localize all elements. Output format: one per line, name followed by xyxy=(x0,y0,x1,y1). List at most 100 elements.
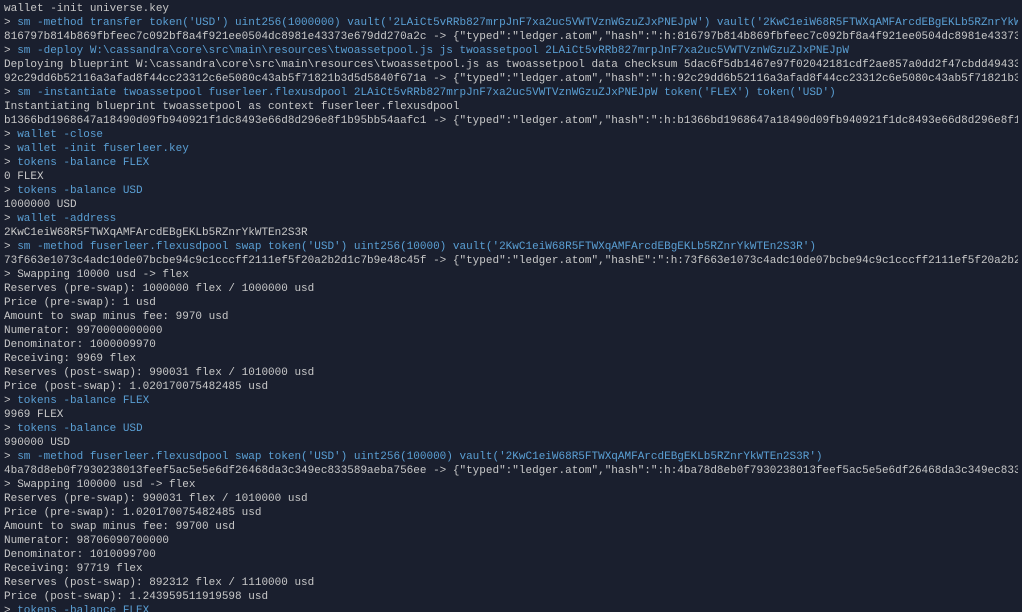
output-text: 9969 FLEX xyxy=(4,409,63,421)
output-text: Amount to swap minus fee: 9970 usd xyxy=(4,311,228,323)
output-text: 4ba78d8eb0f7930238013feef5ac5e5e6df26468… xyxy=(4,465,1018,477)
terminal-line: Price (post-swap): 1.243959511919598 usd xyxy=(4,590,1018,604)
output-text: Receiving: 9969 flex xyxy=(4,353,136,365)
output-text: b1366bd1968647a18490d09fb940921f1dc8493e… xyxy=(4,115,1018,127)
terminal-line: > Swapping 100000 usd -> flex xyxy=(4,478,1018,492)
terminal-line: Reserves (post-swap): 892312 flex / 1110… xyxy=(4,576,1018,590)
command-text: tokens -balance USD xyxy=(17,185,142,197)
output-text: Price (pre-swap): 1 usd xyxy=(4,297,156,309)
terminal-line: Amount to swap minus fee: 9970 usd xyxy=(4,310,1018,324)
output-text: Price (pre-swap): 1.020170075482485 usd xyxy=(4,507,261,519)
terminal-line: Numerator: 98706090700000 xyxy=(4,534,1018,548)
command-text: sm -method transfer token('USD') uint256… xyxy=(17,17,1018,29)
terminal-line: > tokens -balance USD xyxy=(4,184,1018,198)
output-text: Numerator: 98706090700000 xyxy=(4,535,169,547)
terminal-line: 816797b814b869fbfeec7c092bf8a4f921ee0504… xyxy=(4,30,1018,44)
output-text: 73f663e1073c4adc10de07bcbe94c9c1cccff211… xyxy=(4,255,1018,267)
command-text: sm -instantiate twoassetpool fuserleer.f… xyxy=(17,87,836,99)
output-text: Reserves (pre-swap): 1000000 flex / 1000… xyxy=(4,283,314,295)
prompt: > xyxy=(4,213,17,225)
terminal-line: > sm -method transfer token('USD') uint2… xyxy=(4,16,1018,30)
terminal-line: Price (post-swap): 1.020170075482485 usd xyxy=(4,380,1018,394)
terminal-line: > sm -instantiate twoassetpool fuserleer… xyxy=(4,86,1018,100)
prompt: > xyxy=(4,143,17,155)
output-text: Amount to swap minus fee: 99700 usd xyxy=(4,521,235,533)
command-text: tokens -balance FLEX xyxy=(17,605,149,612)
terminal-line: > tokens -balance FLEX xyxy=(4,394,1018,408)
terminal-line: Reserves (pre-swap): 1000000 flex / 1000… xyxy=(4,282,1018,296)
command-text: tokens -balance USD xyxy=(17,423,142,435)
terminal-line: Denominator: 1000009970 xyxy=(4,338,1018,352)
output-text: 92c29dd6b52116a3afad8f44cc23312c6e5080c4… xyxy=(4,73,1018,85)
prompt: > xyxy=(4,185,17,197)
output-text: Reserves (post-swap): 892312 flex / 1110… xyxy=(4,577,314,589)
terminal-line: > wallet -close xyxy=(4,128,1018,142)
output-text: Reserves (post-swap): 990031 flex / 1010… xyxy=(4,367,314,379)
output-text: Deploying blueprint W:\cassandra\core\sr… xyxy=(4,59,1018,71)
output-text: Price (post-swap): 1.243959511919598 usd xyxy=(4,591,268,603)
terminal-line: > Swapping 10000 usd -> flex xyxy=(4,268,1018,282)
terminal-line: Price (pre-swap): 1 usd xyxy=(4,296,1018,310)
command-text: wallet -init fuserleer.key xyxy=(17,143,189,155)
command-text: sm -deploy W:\cassandra\core\src\main\re… xyxy=(17,45,849,57)
command-text: wallet -address xyxy=(17,213,116,225)
terminal-line: Deploying blueprint W:\cassandra\core\sr… xyxy=(4,58,1018,72)
terminal-line: Denominator: 1010099700 xyxy=(4,548,1018,562)
output-text: 0 FLEX xyxy=(4,171,44,183)
terminal-line: Numerator: 9970000000000 xyxy=(4,324,1018,338)
prompt: > xyxy=(4,479,17,491)
prompt: > xyxy=(4,423,17,435)
prompt: > xyxy=(4,241,17,253)
terminal-line: > tokens -balance FLEX xyxy=(4,604,1018,612)
terminal-line: Receiving: 9969 flex xyxy=(4,352,1018,366)
prompt: > xyxy=(4,87,17,99)
output-text: Denominator: 1000009970 xyxy=(4,339,156,351)
prompt: > xyxy=(4,451,17,463)
terminal-line: > tokens -balance FLEX xyxy=(4,156,1018,170)
terminal-line: 73f663e1073c4adc10de07bcbe94c9c1cccff211… xyxy=(4,254,1018,268)
terminal-line: 92c29dd6b52116a3afad8f44cc23312c6e5080c4… xyxy=(4,72,1018,86)
output-text: 816797b814b869fbfeec7c092bf8a4f921ee0504… xyxy=(4,31,1018,43)
terminal-line: > sm -method fuserleer.flexusdpool swap … xyxy=(4,240,1018,254)
terminal-line: Amount to swap minus fee: 99700 usd xyxy=(4,520,1018,534)
terminal-line: Receiving: 97719 flex xyxy=(4,562,1018,576)
prompt: > xyxy=(4,129,17,141)
terminal-line: 2KwC1eiW68R5FTWXqAMFArcdEBgEKLb5RZnrYkWT… xyxy=(4,226,1018,240)
output-text: Price (post-swap): 1.020170075482485 usd xyxy=(4,381,268,393)
command-text: sm -method fuserleer.flexusdpool swap to… xyxy=(17,451,822,463)
prompt: > xyxy=(4,17,17,29)
terminal-line: 0 FLEX xyxy=(4,170,1018,184)
terminal-line: Reserves (post-swap): 990031 flex / 1010… xyxy=(4,366,1018,380)
command-text: wallet -close xyxy=(17,129,103,141)
terminal-line: Price (pre-swap): 1.020170075482485 usd xyxy=(4,506,1018,520)
terminal-line: 990000 USD xyxy=(4,436,1018,450)
output-text: wallet -init universe.key xyxy=(4,3,169,15)
prompt: > xyxy=(4,605,17,612)
command-text: tokens -balance FLEX xyxy=(17,157,149,169)
terminal-line: b1366bd1968647a18490d09fb940921f1dc8493e… xyxy=(4,114,1018,128)
output-text: 2KwC1eiW68R5FTWXqAMFArcdEBgEKLb5RZnrYkWT… xyxy=(4,227,308,239)
terminal-line: > wallet -address xyxy=(4,212,1018,226)
output-text: 1000000 USD xyxy=(4,199,77,211)
prompt: > xyxy=(4,269,17,281)
command-text: sm -method fuserleer.flexusdpool swap to… xyxy=(17,241,816,253)
terminal-line: > tokens -balance USD xyxy=(4,422,1018,436)
prompt: > xyxy=(4,45,17,57)
terminal-line: Instantiating blueprint twoassetpool as … xyxy=(4,100,1018,114)
terminal-line: > sm -method fuserleer.flexusdpool swap … xyxy=(4,450,1018,464)
output-text: Reserves (pre-swap): 990031 flex / 10100… xyxy=(4,493,308,505)
terminal-line: > sm -deploy W:\cassandra\core\src\main\… xyxy=(4,44,1018,58)
terminal-line: 1000000 USD xyxy=(4,198,1018,212)
output-text: Denominator: 1010099700 xyxy=(4,549,156,561)
prompt: > xyxy=(4,157,17,169)
terminal-output[interactable]: wallet -init universe.key> sm -method tr… xyxy=(0,0,1022,612)
output-text: Swapping 100000 usd -> flex xyxy=(17,479,195,491)
terminal-line: wallet -init universe.key xyxy=(4,2,1018,16)
output-text: Instantiating blueprint twoassetpool as … xyxy=(4,101,459,113)
terminal-line: 4ba78d8eb0f7930238013feef5ac5e5e6df26468… xyxy=(4,464,1018,478)
terminal-line: Reserves (pre-swap): 990031 flex / 10100… xyxy=(4,492,1018,506)
terminal-line: > wallet -init fuserleer.key xyxy=(4,142,1018,156)
command-text: tokens -balance FLEX xyxy=(17,395,149,407)
output-text: Numerator: 9970000000000 xyxy=(4,325,162,337)
output-text: Swapping 10000 usd -> flex xyxy=(17,269,189,281)
